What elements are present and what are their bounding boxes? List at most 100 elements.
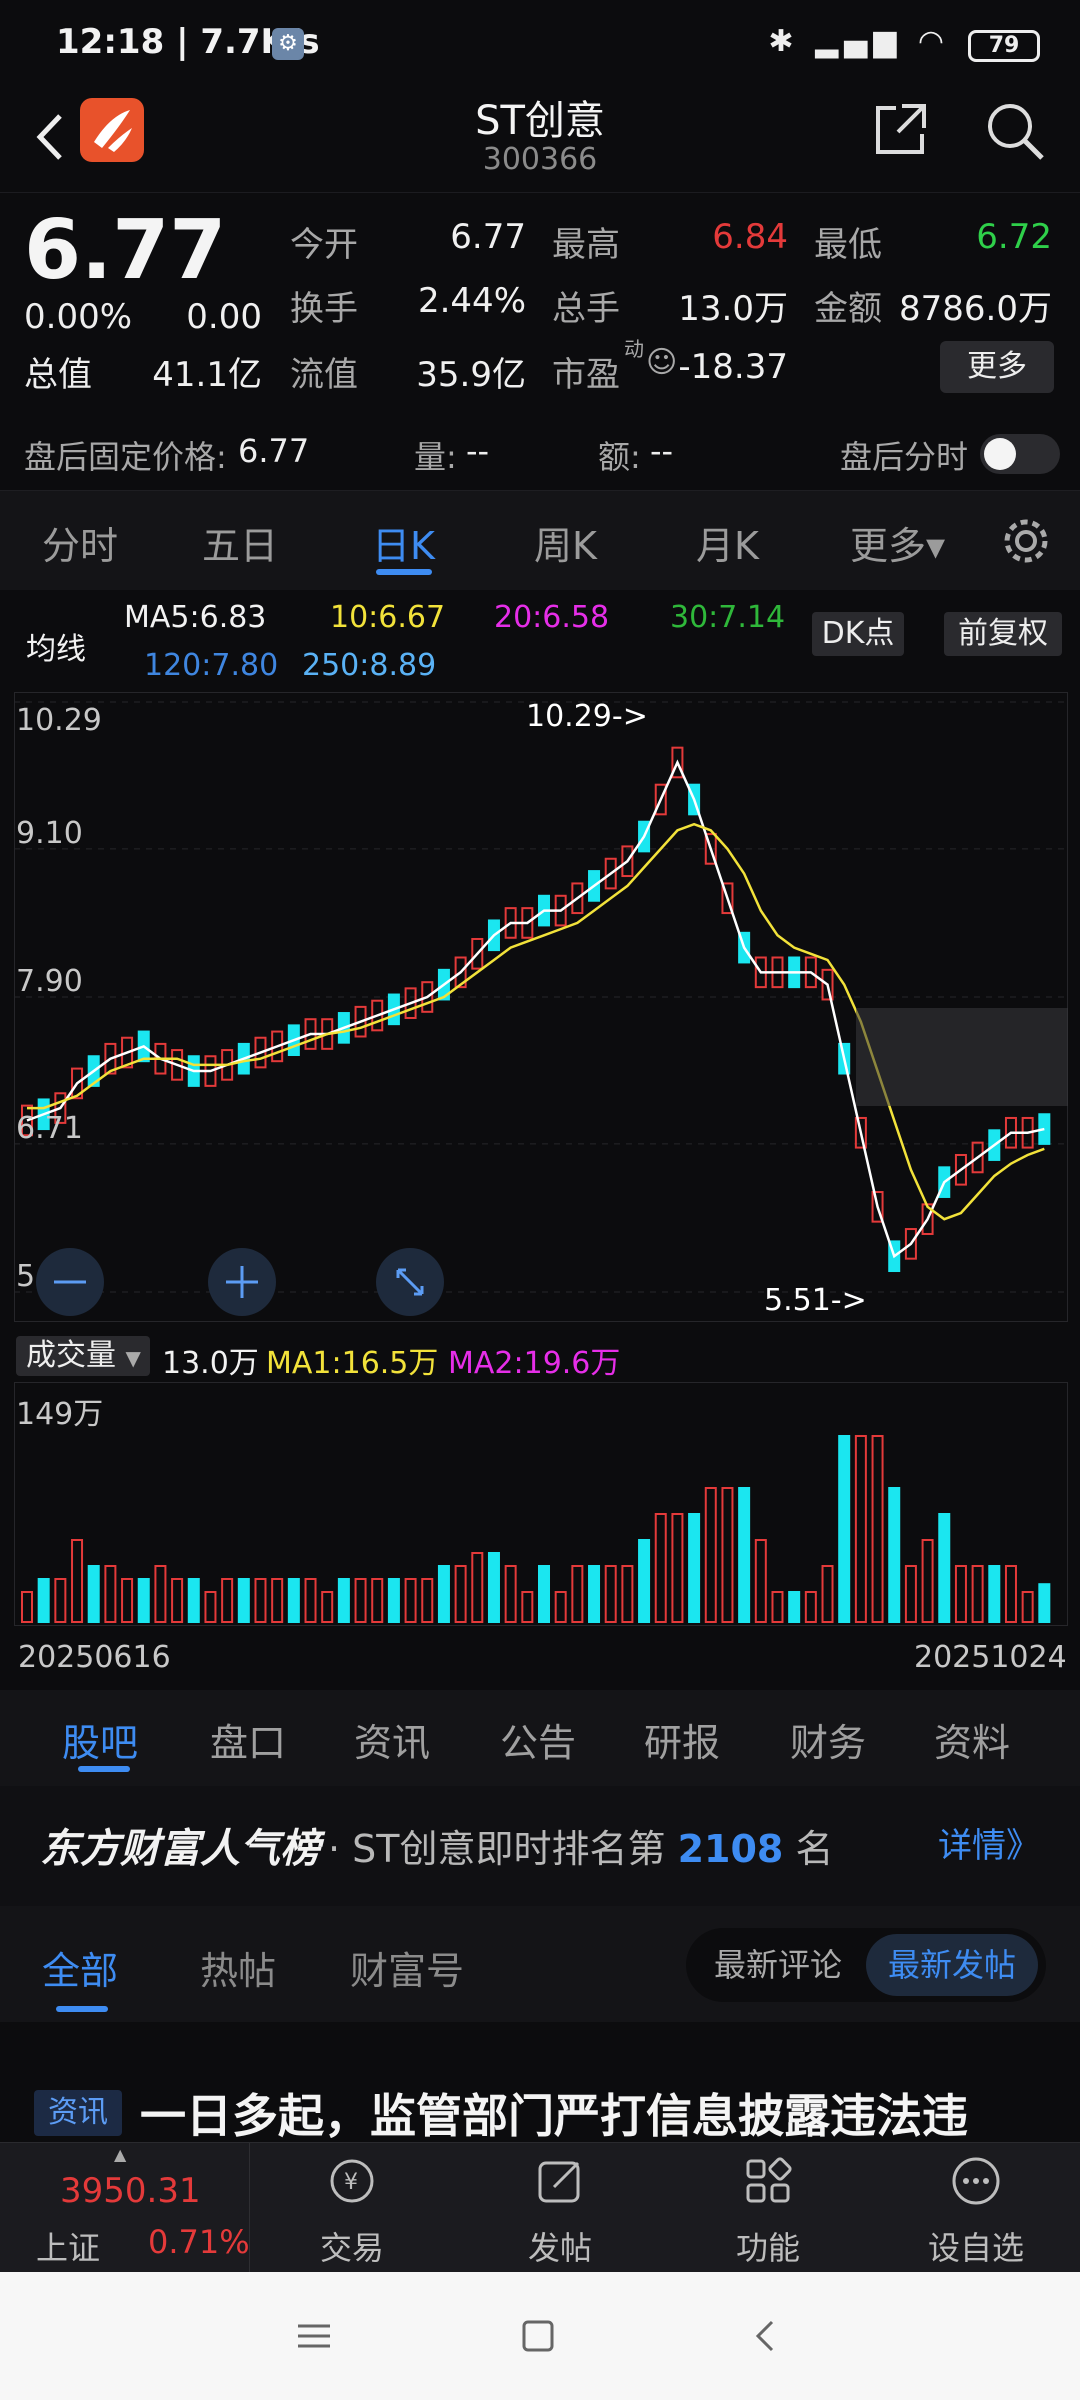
tab-daily-k[interactable]: 日K [372, 515, 435, 570]
bottom-bar: 3950.31 上证 0.71% ▲ ¥ 交易 发帖 功能 设自选 [0, 2142, 1080, 2273]
sort-switch: 最新评论 最新发帖 [686, 1928, 1046, 2002]
grid-icon [746, 2157, 792, 2203]
volume-bar [988, 1565, 1001, 1623]
tab-research[interactable]: 研报 [644, 1712, 720, 1767]
after-amt-label: 额: [598, 438, 641, 476]
float-value: 35.9亿 [416, 355, 526, 395]
end-date: 20251024 [914, 1640, 1067, 1675]
tab-news[interactable]: 资讯 [354, 1712, 430, 1767]
start-date: 20250616 [18, 1640, 171, 1675]
rank-prefix: · ST创意即时排名第 [328, 1827, 666, 1871]
high-annotation: 10.29-> [526, 699, 648, 734]
volume-bar [1038, 1583, 1051, 1623]
current-price: 6.77 [24, 203, 227, 298]
content-tabs: 股吧 盘口 资讯 公告 研报 财务 资料 [0, 1690, 1080, 1786]
feed-tabs: 全部 热帖 财富号 最新评论 最新发帖 [0, 1906, 1080, 2022]
change-value: 0.00 [186, 297, 262, 337]
pe-info-icon[interactable]: ☺ [646, 345, 677, 380]
search-icon[interactable] [982, 98, 1048, 164]
tab-five-day[interactable]: 五日 [202, 515, 278, 570]
zoom-out-button[interactable] [36, 1248, 104, 1316]
vol-ma2: MA2:19.6万 [448, 1346, 621, 1381]
y-tick-label: 10.29 [16, 703, 102, 738]
adjust-button[interactable]: 前复权 [944, 612, 1062, 656]
mcap-value: 41.1亿 [152, 355, 262, 395]
news-tag: 资讯 [34, 2090, 122, 2136]
index-ticker[interactable]: 3950.31 上证 0.71% ▲ [0, 2143, 250, 2273]
volume-bar [387, 1578, 400, 1623]
float-label: 流值 [290, 355, 358, 395]
nav-function[interactable]: 功能 [698, 2143, 838, 2273]
rank-suffix: 名 [795, 1827, 834, 1871]
trade-icon: ¥ [330, 2159, 374, 2203]
mcap-label: 总值 [24, 355, 92, 395]
volume-bar [738, 1487, 751, 1623]
volume-max-label: 149万 [16, 1397, 103, 1432]
volume-bar [538, 1565, 551, 1623]
low-value: 6.72 [976, 217, 1052, 257]
sort-latest-comment[interactable]: 最新评论 [694, 1934, 862, 1996]
zoom-in-button[interactable] [208, 1248, 276, 1316]
after-amt: -- [650, 432, 674, 470]
pe-value: -18.37 [678, 347, 788, 387]
nav-watchlist[interactable]: 设自选 [906, 2143, 1046, 2273]
rank-text: · ST创意即时排名第 2108 名 [328, 1818, 833, 1873]
rank-detail-link[interactable]: 详情》 [938, 1818, 1040, 1867]
volume-bar [638, 1539, 651, 1623]
low-label: 最低 [814, 225, 882, 265]
volume-bar [437, 1565, 450, 1623]
nav-trade[interactable]: ¥ 交易 [282, 2143, 422, 2273]
ma20-label: 20:6.58 [494, 600, 610, 635]
active-tab-indicator [376, 569, 432, 575]
ma250-label: 250:8.89 [302, 648, 437, 683]
y-tick-label: 7.90 [16, 964, 83, 999]
volume-bar [337, 1578, 350, 1623]
tab-timeshare[interactable]: 分时 [42, 515, 118, 570]
indicator-select[interactable]: 成交量 ▼ [16, 1336, 150, 1376]
amount-label: 金额 [814, 289, 882, 329]
ma120-label: 120:7.80 [144, 648, 279, 683]
tab-monthly-k[interactable]: 月K [696, 515, 759, 570]
news-item[interactable]: 资讯 一日多起，监管部门严打信息披露违法违 [0, 2022, 1080, 2143]
back-nav-icon[interactable] [748, 2318, 784, 2354]
fullscreen-button[interactable] [376, 1248, 444, 1316]
edit-icon [538, 2161, 580, 2203]
volume-bar [588, 1565, 601, 1623]
after-vol: -- [466, 432, 490, 470]
kline-chart[interactable]: 10.299.107.906.715.51 10.29-> 5.51-> [14, 692, 1068, 1322]
tab-more[interactable]: 更多▾ [850, 515, 945, 570]
sort-latest-post[interactable]: 最新发帖 [866, 1934, 1038, 1996]
home-icon[interactable] [520, 2318, 556, 2354]
volume-chart[interactable]: 149万 [14, 1382, 1068, 1626]
volume-bar [237, 1578, 250, 1623]
nav-function-label: 功能 [735, 2229, 800, 2267]
tab-announcement[interactable]: 公告 [500, 1712, 576, 1767]
indicator-select-label: 成交量 [26, 1338, 116, 1373]
tab-fortune[interactable]: 财富号 [350, 1940, 464, 1995]
more-button[interactable]: 更多 [940, 341, 1054, 393]
menu-icon[interactable] [296, 2318, 332, 2354]
after-hours-toggle[interactable] [980, 434, 1060, 474]
tab-hot[interactable]: 热帖 [200, 1940, 276, 1995]
index-value: 3950.31 [60, 2171, 201, 2211]
toggle-knob [984, 438, 1016, 470]
tab-profile[interactable]: 资料 [934, 1712, 1010, 1767]
tab-pankou[interactable]: 盘口 [210, 1712, 286, 1767]
battery-icon: 79 [968, 30, 1040, 62]
tab-guba[interactable]: 股吧 [62, 1712, 138, 1767]
volume-readout: 13.0万 [162, 1346, 259, 1381]
popularity-rank-bar[interactable]: 东方财富人气榜 · ST创意即时排名第 2108 名 详情》 [0, 1786, 1080, 1906]
volume-bar [688, 1513, 701, 1623]
tab-finance[interactable]: 财务 [790, 1712, 866, 1767]
ma-title[interactable]: 均线 [26, 624, 86, 668]
chart-settings-gear-icon[interactable] [1000, 515, 1052, 567]
nav-post[interactable]: 发帖 [490, 2143, 630, 2273]
index-name: 上证 [36, 2229, 101, 2267]
turnover-label: 换手 [290, 289, 358, 329]
tab-weekly-k[interactable]: 周K [534, 515, 597, 570]
share-icon[interactable] [872, 100, 930, 158]
dk-point-button[interactable]: DK点 [812, 612, 904, 656]
volume-bar [838, 1435, 851, 1623]
tab-all[interactable]: 全部 [42, 1940, 118, 1995]
news-title[interactable]: 一日多起，监管部门严打信息披露违法违 [140, 2080, 968, 2146]
